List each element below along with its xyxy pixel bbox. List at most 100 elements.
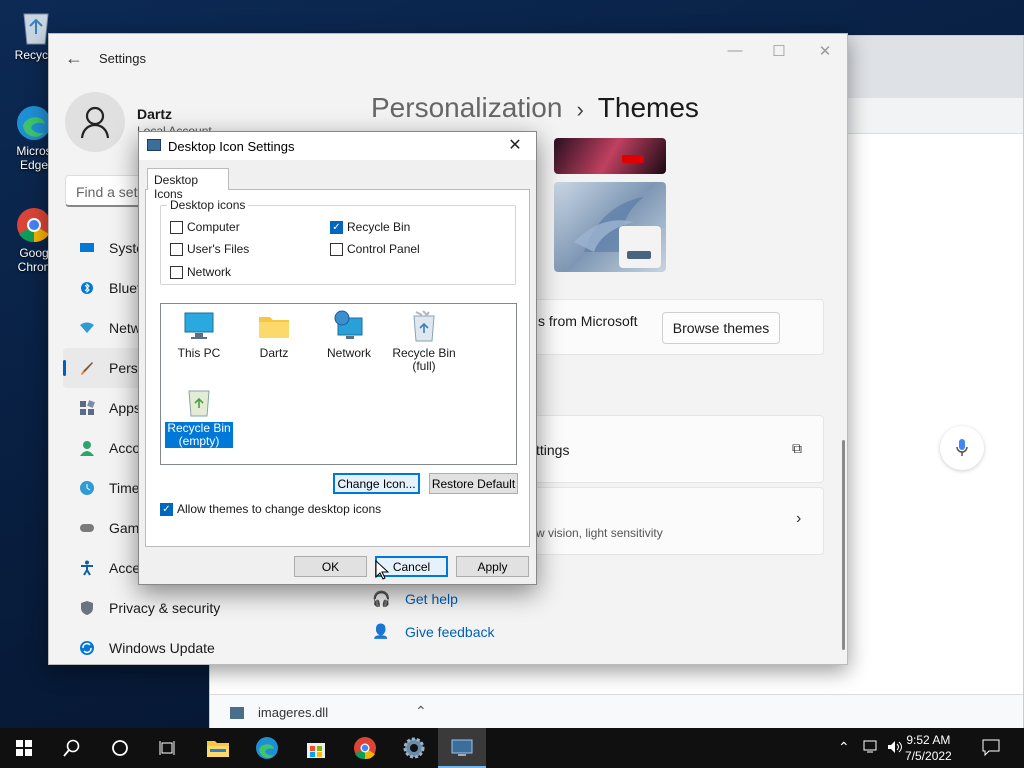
network-icon	[79, 320, 95, 336]
tab-panel: Desktop icons Computer ✓ Recycle Bin User…	[145, 189, 530, 547]
checkbox-box[interactable]	[170, 242, 183, 256]
checkbox-label: Recycle Bin	[347, 220, 411, 234]
recycle-bin-empty-icon	[182, 384, 216, 418]
nav-label: Bluet	[109, 280, 141, 296]
chevron-up-icon[interactable]: ⌃	[838, 739, 850, 768]
close-icon[interactable]: ✕	[810, 42, 840, 60]
ok-button[interactable]: OK	[294, 556, 367, 577]
download-bar: imageres.dll ⌃	[210, 694, 1023, 730]
microphone-icon[interactable]	[940, 426, 984, 470]
accounts-icon	[79, 440, 95, 456]
icon-list[interactable]: This PC Dartz Network Recycle Bin (full)…	[160, 303, 517, 465]
change-icon-button[interactable]: Change Icon...	[333, 473, 420, 494]
list-item-label: Network	[326, 346, 371, 360]
desktop-icon-settings-dialog[interactable]: Desktop Icon Settings ✕ Desktop Icons De…	[138, 131, 537, 585]
task-view-icon[interactable]	[144, 728, 192, 768]
accessibility-icon	[79, 560, 95, 576]
checkmark-icon[interactable]: ✓	[160, 502, 173, 516]
close-icon[interactable]: ✕	[500, 135, 530, 157]
list-item-label-selected: Recycle Bin (empty)	[164, 421, 234, 449]
apply-button[interactable]: Apply	[456, 556, 529, 577]
users-files-checkbox[interactable]: User's Files	[170, 242, 249, 256]
apps-icon	[79, 400, 95, 416]
allow-themes-checkbox[interactable]: ✓ Allow themes to change desktop icons	[160, 502, 381, 516]
user-name: Dartz	[137, 106, 173, 122]
scrollbar[interactable]	[842, 440, 845, 650]
nav-label: Acce	[109, 560, 141, 576]
back-arrow-icon[interactable]: ←	[65, 48, 83, 69]
chevron-up-icon[interactable]: ⌃	[415, 703, 427, 720]
cortana-icon[interactable]	[96, 728, 144, 768]
checkbox-box[interactable]	[170, 265, 183, 279]
settings-gear-icon[interactable]	[390, 728, 438, 768]
list-item-label: Recycle Bin (full)	[392, 346, 456, 373]
list-item-label: This PC	[177, 346, 221, 360]
avatar[interactable]	[65, 92, 125, 152]
notification-icon[interactable]	[982, 738, 1000, 768]
volume-icon[interactable]	[886, 739, 904, 768]
tab-desktop-icons[interactable]: Desktop Icons	[147, 168, 229, 201]
nav-label: Privacy & security	[109, 600, 221, 616]
nav-label: Windows Update	[109, 640, 215, 656]
start-windows-icon[interactable]	[0, 728, 48, 768]
nav-item-privacy-security[interactable]: Privacy & security	[63, 588, 303, 628]
windows-update-icon	[79, 640, 95, 656]
related-settings-text: ttings	[536, 442, 570, 458]
recycle-bin-checkbox[interactable]: ✓ Recycle Bin	[330, 220, 410, 234]
chrome-icon[interactable]	[341, 728, 389, 768]
edge-icon[interactable]	[243, 728, 291, 768]
list-item-recycle-bin-full[interactable]: Recycle Bin (full)	[388, 309, 460, 373]
settings-app-title: Settings	[99, 51, 146, 66]
folder-icon	[257, 309, 291, 343]
network-tray-icon[interactable]	[862, 739, 880, 768]
dialog-title: Desktop Icon Settings	[168, 139, 295, 154]
external-link-icon: ⧉	[792, 440, 802, 456]
system-clock[interactable]: 9:52 AM 7/5/2022	[905, 732, 952, 764]
nav-label: Acco	[109, 440, 141, 456]
get-help-link[interactable]: Get help	[405, 591, 458, 607]
computer-checkbox[interactable]: Computer	[170, 220, 240, 234]
network-globe-icon	[332, 309, 366, 343]
bluetooth-icon	[79, 280, 95, 296]
personalization-brush-icon	[79, 360, 95, 376]
list-item-user-folder[interactable]: Dartz	[238, 309, 310, 360]
list-item-network[interactable]: Network	[313, 309, 385, 360]
download-filename[interactable]: imageres.dll	[258, 705, 328, 720]
browse-themes-button[interactable]: Browse themes	[662, 312, 780, 344]
nav-label: Gam	[109, 520, 140, 536]
minimize-icon[interactable]: —	[720, 42, 750, 59]
taskbar: ⌃ 9:52 AM 7/5/2022	[0, 728, 1024, 768]
store-icon[interactable]	[292, 728, 340, 768]
give-feedback-link[interactable]: Give feedback	[405, 624, 495, 640]
page-title: Themes	[597, 92, 699, 123]
search-icon[interactable]	[48, 728, 96, 768]
shield-icon	[79, 600, 95, 616]
list-item-recycle-bin-empty[interactable]: Recycle Bin (empty)	[163, 384, 235, 449]
checkbox-label: Computer	[187, 220, 240, 234]
control-panel-checkbox[interactable]: Control Panel	[330, 242, 420, 256]
system-icon	[79, 240, 95, 256]
maximize-icon[interactable]: ☐	[764, 42, 794, 60]
list-item-this-pc[interactable]: This PC	[163, 309, 235, 360]
checkbox-box[interactable]	[330, 242, 343, 256]
recycle-bin-full-icon	[407, 309, 441, 343]
theme-color-swatch	[627, 251, 651, 259]
checkbox-box[interactable]	[170, 220, 183, 234]
network-checkbox[interactable]: Network	[170, 265, 231, 279]
monitor-icon	[182, 309, 216, 343]
restore-default-button[interactable]: Restore Default	[429, 473, 518, 494]
store-themes-text: s from Microsoft	[538, 313, 638, 329]
contrast-themes-description: w vision, light sensitivity	[536, 526, 663, 540]
mouse-cursor-icon	[375, 560, 389, 580]
clock-time: 9:52 AM	[906, 733, 951, 747]
breadcrumb-parent[interactable]: Personalization	[371, 92, 562, 123]
dialog-titlebar: Desktop Icon Settings ✕	[139, 132, 536, 160]
nav-item-windows-update[interactable]: Windows Update	[63, 628, 303, 664]
theme-thumbnail-glow[interactable]	[554, 138, 666, 174]
display-settings-taskbar-icon[interactable]	[438, 728, 486, 768]
list-item-label: Dartz	[259, 346, 289, 360]
theme-thumbnail-bloom[interactable]	[554, 182, 666, 272]
file-explorer-icon[interactable]	[194, 728, 242, 768]
checkbox-label: Control Panel	[347, 242, 420, 256]
checkmark-icon[interactable]: ✓	[330, 220, 343, 234]
